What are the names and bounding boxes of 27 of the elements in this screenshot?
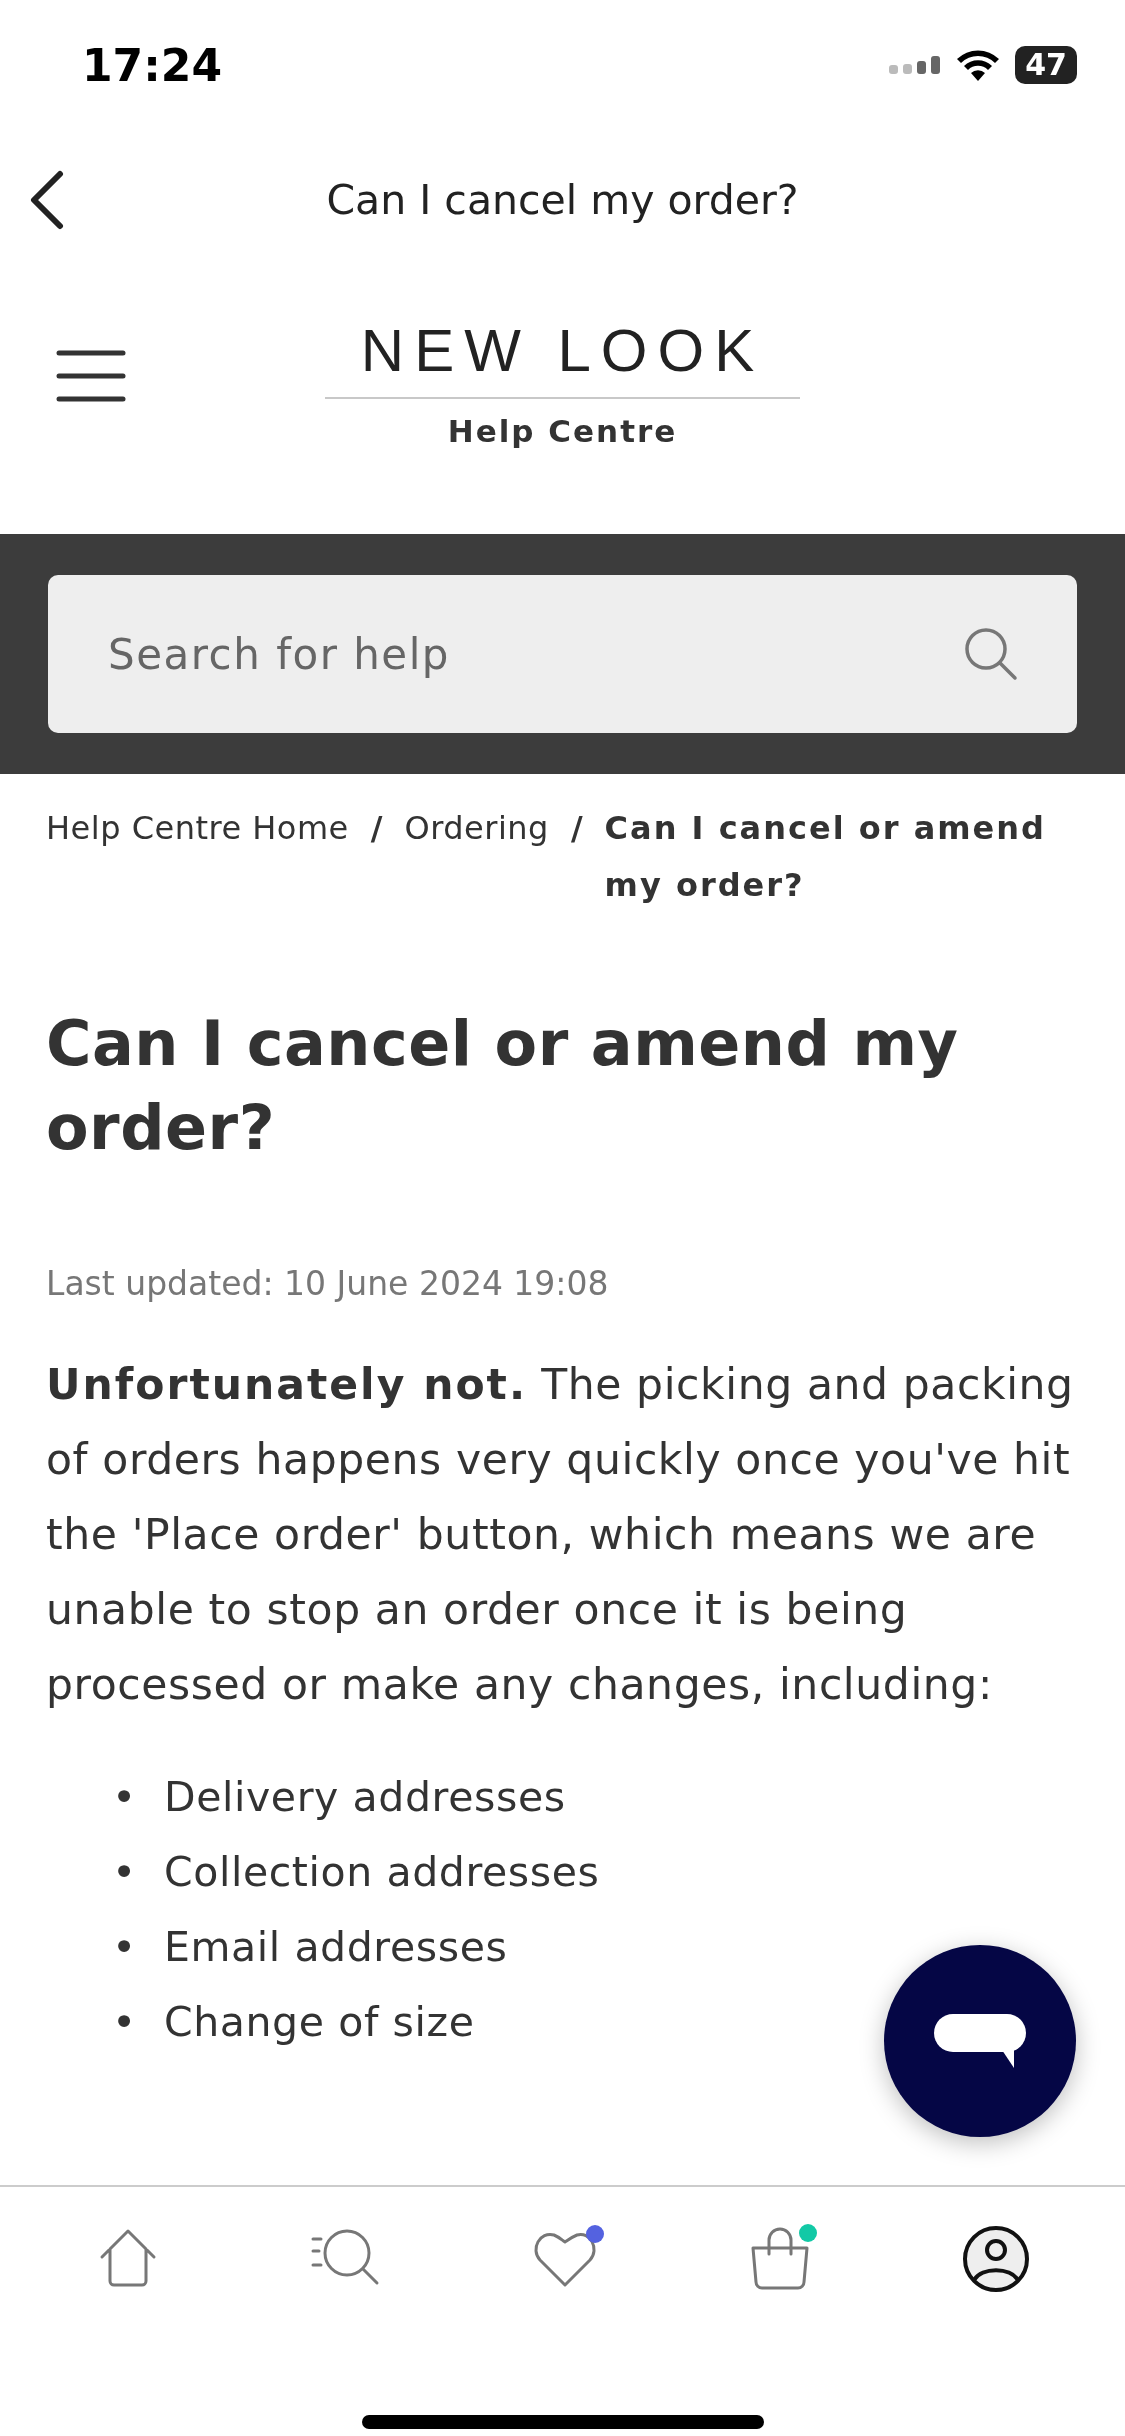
- brand-logo: NEW LOOK: [324, 315, 801, 399]
- list-item: Delivery addresses: [164, 1772, 566, 1823]
- breadcrumb-link[interactable]: Help Centre Home: [46, 800, 349, 857]
- search-field[interactable]: Search for help: [48, 575, 1077, 733]
- brand-subtitle: Help Centre: [447, 412, 678, 449]
- list-item: Change of size: [164, 1997, 475, 2048]
- bullet-marker: •: [112, 1847, 138, 1898]
- bullet-marker: •: [112, 1772, 138, 1823]
- battery-level: 47: [1015, 46, 1077, 84]
- list-item: Email addresses: [164, 1922, 508, 1973]
- bullet-marker: •: [112, 1922, 138, 1973]
- status-time: 17:24: [82, 39, 223, 91]
- menu-button[interactable]: [56, 350, 126, 402]
- bullet-marker: •: [112, 1997, 138, 2048]
- breadcrumb-separator: /: [570, 808, 583, 849]
- article-title: Can I cancel or amend my order?: [46, 1006, 960, 1166]
- search-icon: [963, 626, 1019, 682]
- nav-title: Can I cancel my order?: [326, 176, 799, 224]
- account-icon: [961, 2225, 1030, 2293]
- breadcrumb-link[interactable]: Ordering: [404, 800, 549, 857]
- wifi-icon: [955, 48, 1002, 82]
- last-updated: Last updated: 10 June 2024 19:08: [46, 1264, 610, 1303]
- list-item: Collection addresses: [164, 1847, 600, 1898]
- breadcrumb-current[interactable]: Can I cancel or amend my order?: [604, 800, 1079, 914]
- breadcrumb-separator: /: [370, 808, 383, 849]
- signal-icon: [889, 55, 942, 75]
- article-paragraph: Unfortunately not. The picking and packing of orders happens very quickly once you've hit the 'Place order' button, which means we are unable to stop an order once it is being processed or make any changes, including:: [46, 1359, 1075, 1711]
